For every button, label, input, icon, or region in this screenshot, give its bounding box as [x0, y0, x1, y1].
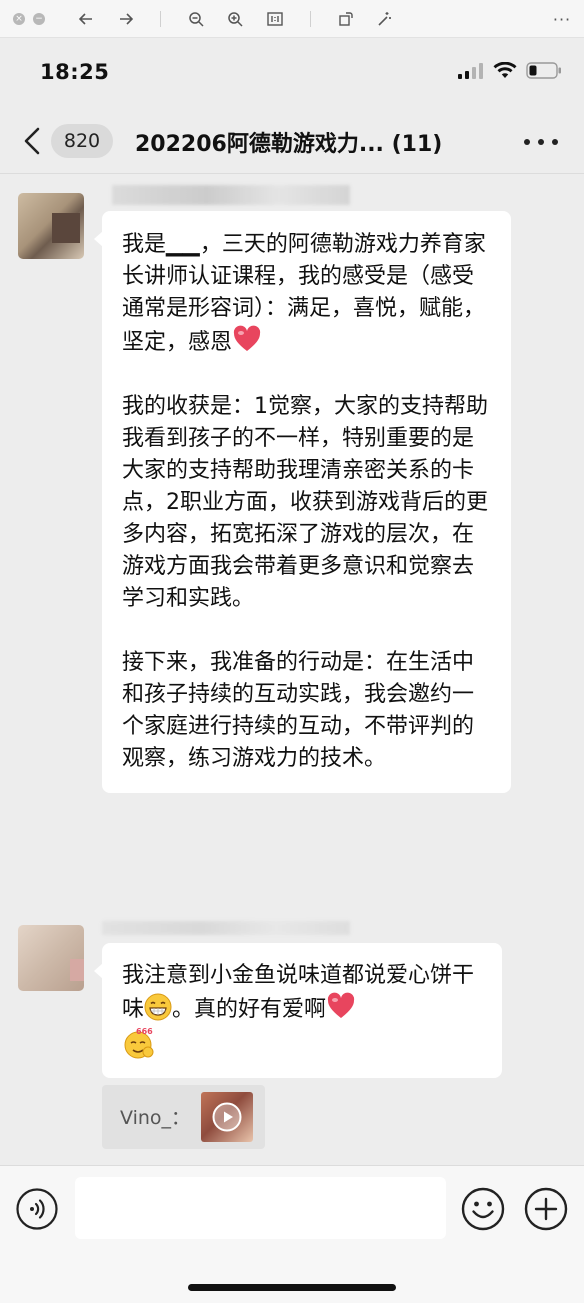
- message-bubble[interactable]: 我注意到小金鱼说味道都说爱心饼干味 。真的好有爱啊 666: [94, 943, 502, 1078]
- status-bar: 18:25: [0, 38, 584, 110]
- toolbar-separator: [310, 11, 311, 27]
- message-bubble[interactable]: 我是▁▁，三天的阿德勒游戏力养育家长讲师认证课程，我的感受是（感受通常是形容词）…: [94, 211, 511, 793]
- previous-button[interactable]: [74, 7, 98, 31]
- actual-size-icon: [267, 12, 283, 26]
- zoom-out-icon: [189, 12, 204, 27]
- zoom-in-icon: [228, 12, 243, 27]
- message-paragraph: 我是▁▁，三天的阿德勒游戏力养育家长讲师认证课程，我的感受是（感受通常是形容词）…: [122, 232, 486, 355]
- sender-name: [102, 921, 350, 935]
- clock: 18:25: [40, 60, 110, 84]
- status-icons: [458, 62, 562, 79]
- emoji-icon[interactable]: [461, 1187, 505, 1231]
- emoji-666-label: 666: [136, 1027, 153, 1036]
- voice-icon[interactable]: [16, 1188, 58, 1230]
- enhance-button[interactable]: [372, 7, 396, 31]
- close-icon: ×: [13, 13, 25, 25]
- next-button[interactable]: [114, 7, 138, 31]
- quoted-message[interactable]: Vino_：: [102, 1085, 265, 1149]
- message-paragraph: 我的收获是：1觉察，大家的支持帮助我看到孩子的不一样，特别重要的是大家的支持帮助…: [122, 394, 488, 611]
- home-indicator: [188, 1284, 396, 1291]
- back-icon[interactable]: [20, 126, 46, 156]
- grinning-emoji-icon: [144, 993, 172, 1021]
- cellular-signal-icon: [458, 62, 483, 79]
- wifi-icon: [493, 62, 517, 78]
- arrow-right-icon: [120, 13, 133, 25]
- more-options-button[interactable]: ···: [550, 7, 574, 31]
- magic-wand-icon: [378, 12, 391, 26]
- viewer-toolbar: × − ···: [0, 0, 584, 38]
- minimize-window-button[interactable]: −: [30, 7, 48, 31]
- avatar[interactable]: [18, 193, 84, 259]
- plus-icon[interactable]: [524, 1187, 568, 1231]
- heart-emoji-icon: [327, 992, 355, 1018]
- message-input[interactable]: [75, 1177, 446, 1239]
- minus-icon: −: [33, 13, 45, 25]
- toolbar-separator: [160, 11, 161, 27]
- more-icon[interactable]: [524, 132, 558, 152]
- quoted-video-thumbnail[interactable]: [201, 1092, 253, 1142]
- arrow-left-icon: [79, 13, 92, 25]
- battery-icon: [526, 62, 561, 79]
- heart-emoji-icon: [233, 325, 261, 351]
- rotate-button[interactable]: [334, 7, 358, 31]
- 666-emoji-icon: 666: [124, 1027, 154, 1059]
- zoom-out-button[interactable]: [184, 7, 208, 31]
- play-icon: [212, 1102, 242, 1132]
- zoom-in-button[interactable]: [223, 7, 247, 31]
- chat-title: 202206阿德勒游戏力... (11): [135, 132, 443, 157]
- quoted-sender: Vino_：: [120, 1107, 191, 1129]
- input-bar: [0, 1165, 584, 1303]
- close-window-button[interactable]: ×: [10, 7, 28, 31]
- avatar[interactable]: [18, 925, 84, 991]
- ellipsis-icon: ···: [552, 9, 572, 29]
- rotate-icon: [339, 12, 353, 26]
- message-list[interactable]: 我是▁▁，三天的阿德勒游戏力养育家长讲师认证课程，我的感受是（感受通常是形容词）…: [0, 175, 584, 1165]
- unread-count-badge[interactable]: 820: [51, 124, 113, 158]
- message-paragraph: 接下来，我准备的行动是：在生活中和孩子持续的互动实践，我会邀约一个家庭进行持续的…: [122, 650, 475, 771]
- sender-name: [112, 185, 350, 205]
- message-text: 。真的好有爱啊: [172, 997, 327, 1022]
- actual-size-button[interactable]: [263, 7, 287, 31]
- chat-header: 820 202206阿德勒游戏力... (11): [0, 110, 584, 174]
